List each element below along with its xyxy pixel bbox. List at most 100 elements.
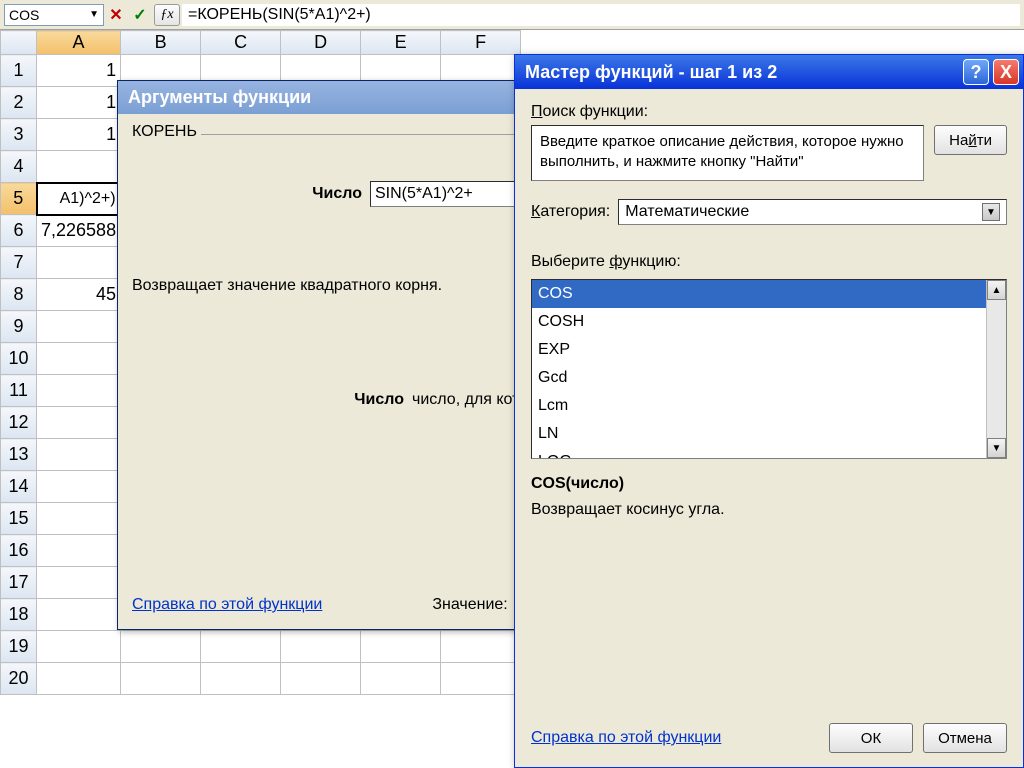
row-header[interactable]: 18 bbox=[1, 599, 37, 631]
list-item[interactable]: LN bbox=[532, 420, 986, 448]
name-box[interactable]: COS ▼ bbox=[4, 4, 104, 26]
list-item[interactable]: COS bbox=[532, 280, 986, 308]
dropdown-icon[interactable]: ▼ bbox=[89, 4, 99, 26]
cell[interactable] bbox=[361, 631, 441, 663]
formula-input[interactable] bbox=[182, 4, 1020, 26]
column-header[interactable]: A bbox=[37, 31, 121, 55]
search-input[interactable]: Введите краткое описание действия, котор… bbox=[531, 125, 924, 181]
cell[interactable] bbox=[361, 663, 441, 695]
row-header[interactable]: 10 bbox=[1, 343, 37, 375]
cell[interactable] bbox=[37, 471, 121, 503]
listbox-scrollbar[interactable]: ▲ ▼ bbox=[986, 280, 1006, 458]
row-header[interactable]: 14 bbox=[1, 471, 37, 503]
category-row: Категория: Математические ▼ bbox=[531, 199, 1007, 225]
row-header[interactable]: 16 bbox=[1, 535, 37, 567]
find-button[interactable]: Найти bbox=[934, 125, 1007, 155]
row-header[interactable]: 12 bbox=[1, 407, 37, 439]
cell[interactable]: 45 bbox=[37, 279, 121, 311]
close-icon[interactable]: X bbox=[993, 59, 1019, 85]
wizard-help-link[interactable]: Справка по этой функции bbox=[531, 729, 819, 747]
list-item[interactable]: Gcd bbox=[532, 364, 986, 392]
list-item[interactable]: EXP bbox=[532, 336, 986, 364]
wizard-footer: Справка по этой функции ОК Отмена bbox=[531, 723, 1007, 753]
column-header[interactable]: E bbox=[361, 31, 441, 55]
cell[interactable] bbox=[37, 599, 121, 631]
row-header[interactable]: 4 bbox=[1, 151, 37, 183]
cell[interactable] bbox=[37, 375, 121, 407]
cancel-button[interactable]: Отмена bbox=[923, 723, 1007, 753]
cell[interactable]: 1 bbox=[37, 119, 121, 151]
function-name-legend: КОРЕНЬ bbox=[132, 123, 201, 141]
cell[interactable] bbox=[37, 247, 121, 279]
wizard-title: Мастер функций - шаг 1 из 2 bbox=[525, 62, 777, 83]
args-help-link[interactable]: Справка по этой функции bbox=[132, 596, 322, 614]
scroll-up-icon[interactable]: ▲ bbox=[987, 280, 1006, 300]
cell[interactable] bbox=[201, 663, 281, 695]
cell[interactable] bbox=[441, 663, 521, 695]
column-header[interactable]: B bbox=[121, 31, 201, 55]
row-header[interactable]: 5 bbox=[1, 183, 37, 215]
cell[interactable] bbox=[37, 535, 121, 567]
search-row: Введите краткое описание действия, котор… bbox=[531, 125, 1007, 181]
cell[interactable] bbox=[441, 631, 521, 663]
row-header[interactable]: 11 bbox=[1, 375, 37, 407]
scroll-down-icon[interactable]: ▼ bbox=[987, 438, 1006, 458]
cell[interactable] bbox=[37, 311, 121, 343]
cell[interactable] bbox=[37, 567, 121, 599]
row-header[interactable]: 13 bbox=[1, 439, 37, 471]
value-label: Значение: bbox=[432, 596, 507, 614]
function-syntax-desc: Возвращает косинус угла. bbox=[531, 501, 1007, 519]
cell[interactable] bbox=[37, 151, 121, 183]
wizard-body: Поиск функции: Введите краткое описание … bbox=[515, 89, 1023, 767]
chevron-down-icon[interactable]: ▼ bbox=[982, 203, 1000, 221]
category-select[interactable]: Математические ▼ bbox=[618, 199, 1007, 225]
row-header[interactable]: 2 bbox=[1, 87, 37, 119]
cell[interactable]: 1 bbox=[37, 87, 121, 119]
cell[interactable]: A1)^2+) bbox=[37, 183, 121, 215]
cell[interactable] bbox=[37, 343, 121, 375]
row-header[interactable]: 6 bbox=[1, 215, 37, 247]
arg-label: Число bbox=[132, 185, 362, 203]
row-header[interactable]: 8 bbox=[1, 279, 37, 311]
help-icon[interactable]: ? bbox=[963, 59, 989, 85]
row-header[interactable]: 9 bbox=[1, 311, 37, 343]
list-item[interactable]: COSH bbox=[532, 308, 986, 336]
cell[interactable] bbox=[37, 663, 121, 695]
function-syntax: COS(число) bbox=[531, 475, 1007, 493]
row-header[interactable]: 19 bbox=[1, 631, 37, 663]
row-header[interactable]: 1 bbox=[1, 55, 37, 87]
cancel-icon[interactable]: ✕ bbox=[105, 4, 127, 26]
column-header[interactable]: D bbox=[281, 31, 361, 55]
cell[interactable] bbox=[37, 631, 121, 663]
row-header[interactable]: 15 bbox=[1, 503, 37, 535]
row-header[interactable]: 17 bbox=[1, 567, 37, 599]
cell[interactable] bbox=[121, 663, 201, 695]
cell[interactable] bbox=[201, 631, 281, 663]
name-box-value: COS bbox=[9, 4, 39, 26]
function-listbox[interactable]: COSCOSHEXPGcdLcmLNLOG ▲ ▼ bbox=[531, 279, 1007, 459]
fx-button[interactable]: ƒx bbox=[154, 4, 180, 26]
search-label: Поиск функции: bbox=[531, 103, 1007, 121]
cell[interactable]: 1 bbox=[37, 55, 121, 87]
list-item[interactable]: LOG bbox=[532, 448, 986, 458]
row-header[interactable]: 20 bbox=[1, 663, 37, 695]
row-header[interactable]: 3 bbox=[1, 119, 37, 151]
ok-button[interactable]: ОК bbox=[829, 723, 913, 753]
column-header[interactable]: C bbox=[201, 31, 281, 55]
confirm-icon[interactable]: ✓ bbox=[129, 4, 151, 26]
function-wizard-dialog: Мастер функций - шаг 1 из 2 ? X Поиск фу… bbox=[514, 54, 1024, 768]
function-list-items: COSCOSHEXPGcdLcmLNLOG bbox=[532, 280, 986, 458]
corner-cell[interactable] bbox=[1, 31, 37, 55]
wizard-titlebar: Мастер функций - шаг 1 из 2 ? X bbox=[515, 55, 1023, 89]
select-function-label: Выберите функцию: bbox=[531, 253, 1007, 271]
cell[interactable] bbox=[281, 663, 361, 695]
cell[interactable] bbox=[37, 503, 121, 535]
cell[interactable] bbox=[37, 439, 121, 471]
cell[interactable] bbox=[37, 407, 121, 439]
list-item[interactable]: Lcm bbox=[532, 392, 986, 420]
cell[interactable] bbox=[121, 631, 201, 663]
row-header[interactable]: 7 bbox=[1, 247, 37, 279]
cell[interactable]: 7,226588 bbox=[37, 215, 121, 247]
cell[interactable] bbox=[281, 631, 361, 663]
column-header[interactable]: F bbox=[441, 31, 521, 55]
